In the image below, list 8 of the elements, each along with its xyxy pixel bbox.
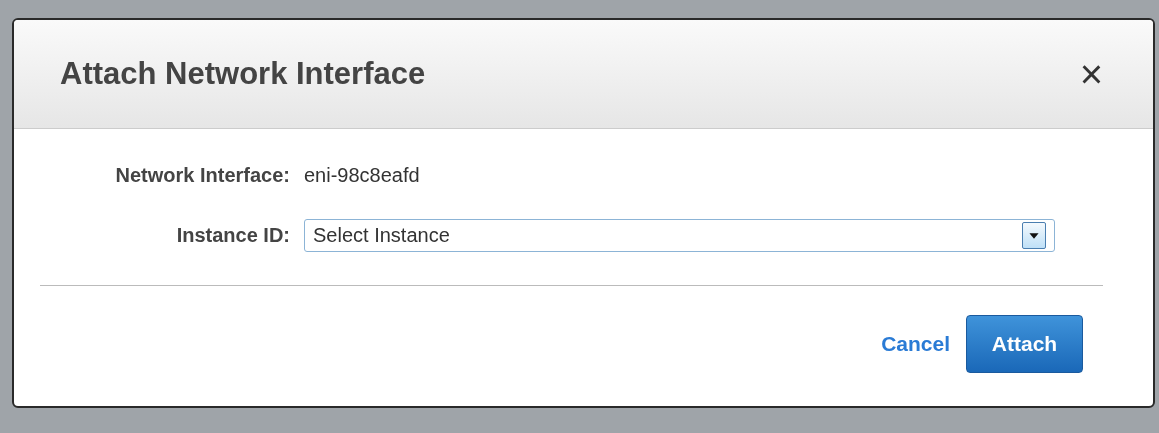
attach-button[interactable]: Attach [966,315,1083,373]
field-label: Network Interface: [114,163,291,188]
close-button[interactable]: × [1075,54,1107,94]
cancel-link[interactable]: Cancel [881,328,950,360]
field-value: eni-98c8eafd [304,163,420,188]
instance-dropdown[interactable]: Select Instance [304,218,1055,252]
field-label: Instance ID: [175,223,291,248]
dialog-title: Attach Network Interface [60,55,426,93]
